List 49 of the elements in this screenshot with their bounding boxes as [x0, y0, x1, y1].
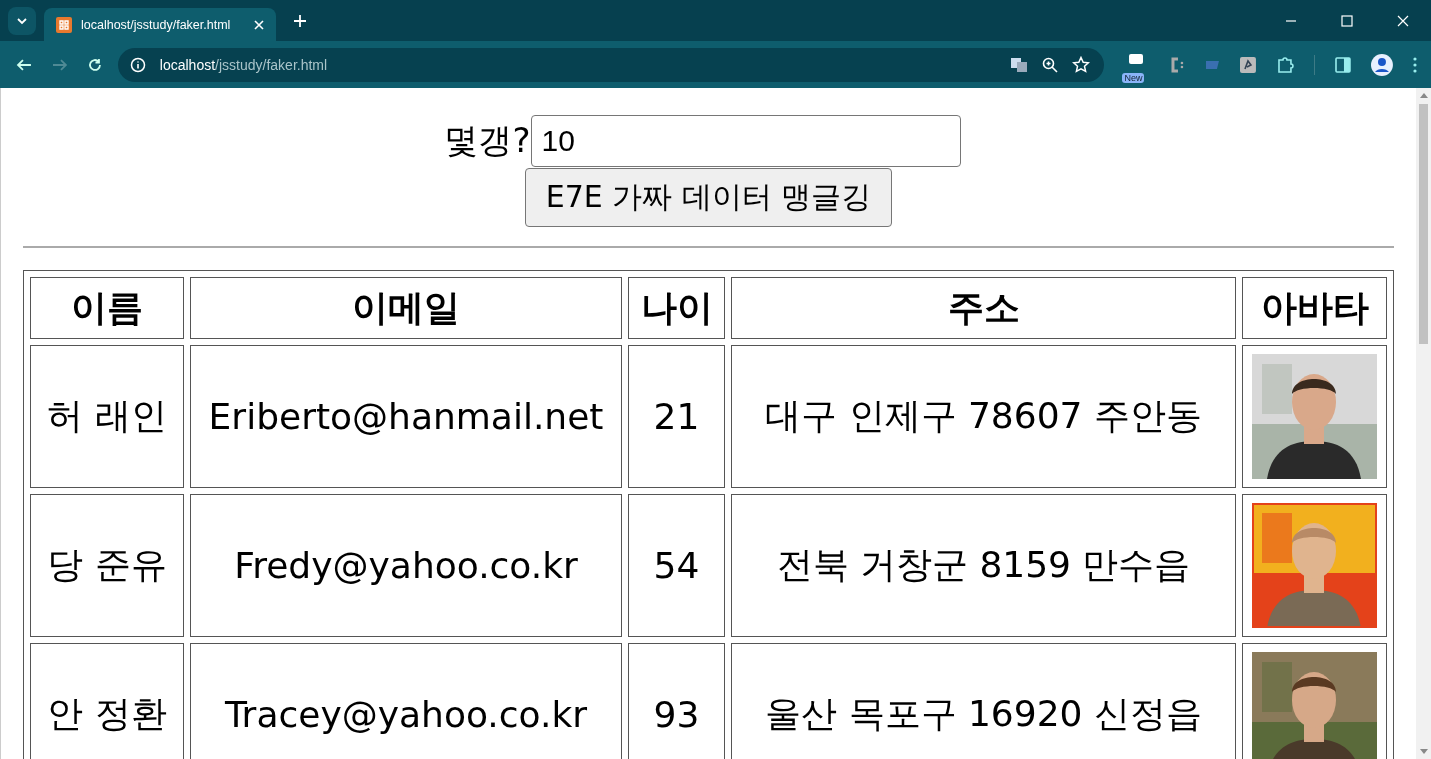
zoom-icon[interactable] [1042, 56, 1059, 73]
address-bar[interactable]: localhost/jsstudy/faker.html [117, 47, 1105, 82]
scrollbar[interactable] [1416, 88, 1431, 759]
extension-icon[interactable] [1168, 55, 1185, 74]
url-text: localhost/jsstudy/faker.html [159, 56, 328, 73]
table-cell: Eriberto@hanmail.net [190, 345, 622, 488]
table-cell: 당 준유 [30, 494, 184, 637]
close-icon[interactable] [254, 19, 264, 30]
column-header: 주소 [731, 277, 1236, 339]
extension-icon[interactable] [1240, 56, 1257, 73]
column-header: 아바타 [1242, 277, 1387, 339]
puzzle-icon[interactable] [1276, 55, 1295, 74]
star-icon[interactable] [1072, 55, 1091, 74]
scroll-down-icon[interactable] [1419, 749, 1428, 755]
extension-icon[interactable] [1127, 52, 1146, 65]
table-cell: 93 [628, 643, 725, 759]
scroll-thumb[interactable] [1419, 104, 1428, 344]
generate-button[interactable]: E7E 가짜 데이터 맹글깅 [524, 168, 893, 227]
tab-search-button[interactable] [8, 6, 36, 35]
back-icon[interactable] [16, 57, 32, 72]
table-cell: 54 [628, 494, 725, 637]
profile-icon[interactable] [1371, 53, 1393, 76]
new-badge: New [1122, 72, 1145, 83]
side-panel-icon[interactable] [1335, 56, 1352, 73]
table-cell: 허 래인 [30, 345, 184, 488]
table-cell: 울산 목포구 16920 신정읍 [731, 643, 1236, 759]
info-icon[interactable] [129, 56, 146, 73]
table-cell: 대구 인제구 78607 주안동 [731, 345, 1236, 488]
chevron-down-icon [16, 16, 28, 25]
site-logo-icon [56, 16, 72, 33]
scroll-up-icon[interactable] [1419, 92, 1428, 98]
table-cell: 21 [628, 345, 725, 488]
browser-tab[interactable]: localhost/jsstudy/faker.html [44, 8, 276, 41]
count-input[interactable]: 10 [530, 115, 961, 167]
table-cell: 안 정환 [30, 643, 184, 759]
column-header: 이름 [30, 277, 184, 339]
new-tab-icon[interactable] [294, 14, 306, 27]
reload-icon[interactable] [87, 57, 102, 72]
table-cell: Fredy@yahoo.co.kr [190, 494, 622, 637]
table-cell: 전북 거창군 8159 만수읍 [731, 494, 1236, 637]
column-header: 나이 [628, 277, 725, 339]
close-icon[interactable] [1397, 14, 1409, 27]
translate-icon[interactable] [1010, 55, 1029, 74]
maximize-icon[interactable] [1341, 14, 1353, 27]
tab-title: localhost/jsstudy/faker.html [81, 17, 232, 32]
column-header: 이메일 [190, 277, 622, 339]
menu-icon[interactable] [1413, 56, 1417, 73]
count-label: 몇갱? [444, 119, 531, 162]
table-cell: Tracey@yahoo.co.kr [190, 643, 622, 759]
